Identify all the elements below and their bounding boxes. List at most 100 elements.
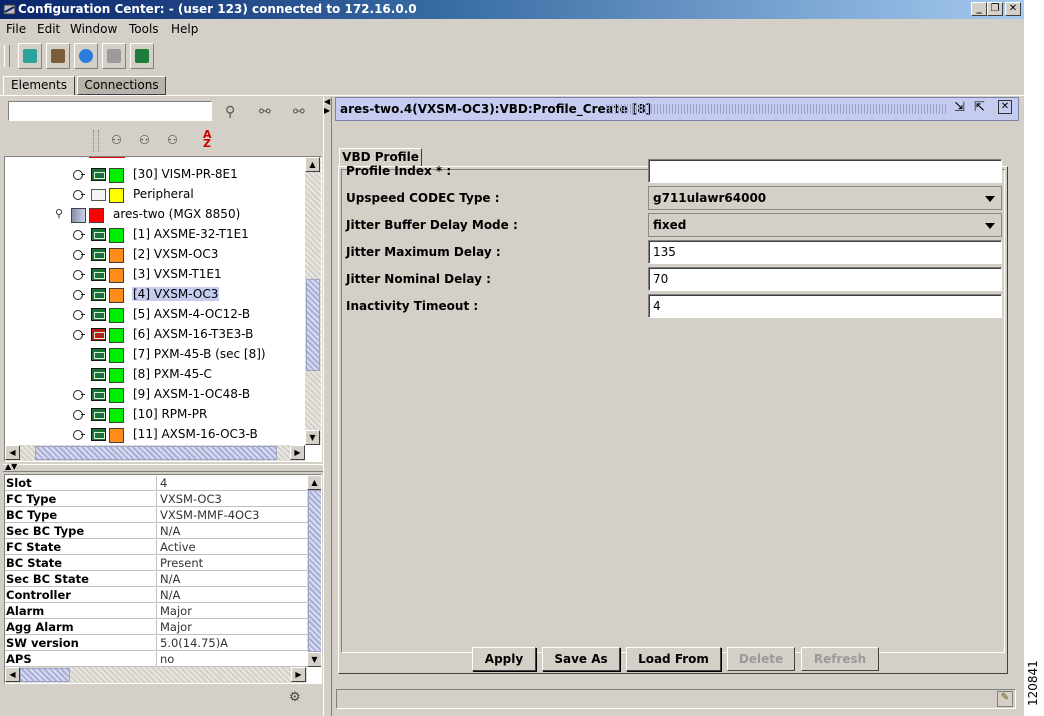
maximize-frame-icon[interactable]: ⇱: [974, 100, 985, 115]
tree-view-icon[interactable]: ⚇: [167, 133, 178, 147]
tree-item-label: [4] VXSM-OC3: [132, 287, 220, 301]
tree-item-label: [2] VXSM-OC3: [133, 247, 219, 261]
card-icon: [91, 428, 106, 441]
table-row: APS no: [5, 651, 307, 667]
node-handle-icon[interactable]: ⚲: [55, 207, 63, 220]
tree-item[interactable]: ⚲ ares-two (MGX 8850): [5, 205, 305, 225]
save-as-button[interactable]: Save As: [542, 647, 620, 671]
table-row: Slot 4: [5, 475, 307, 491]
binoculars-icon[interactable]: ⚲: [225, 104, 235, 120]
scroll-up-button[interactable]: ▲: [305, 157, 320, 172]
load-from-button[interactable]: Load From: [626, 647, 721, 671]
profile-index-input[interactable]: [648, 159, 1002, 183]
apply-button[interactable]: Apply: [472, 647, 536, 671]
scroll-thumb[interactable]: [308, 490, 321, 652]
minimize-button[interactable]: _: [971, 2, 987, 16]
cube-button[interactable]: [18, 43, 42, 69]
expand-toggle-icon[interactable]: [73, 290, 85, 300]
expand-toggle-icon[interactable]: [73, 430, 85, 440]
tab-elements[interactable]: Elements: [3, 76, 75, 96]
find-previous-icon[interactable]: ⚯: [259, 104, 271, 120]
scroll-thumb[interactable]: [306, 279, 320, 371]
minimize-frame-icon[interactable]: ⇲: [954, 100, 965, 115]
inactivity-timeout-input[interactable]: 4: [648, 294, 1002, 318]
tree-item[interactable]: [11] AXSM-16-OC3-B: [5, 425, 305, 445]
expand-toggle-icon[interactable]: [73, 390, 85, 400]
refresh-button[interactable]: Refresh: [801, 647, 879, 671]
collapse-tree-icon[interactable]: ⚇: [139, 133, 150, 147]
shield-icon: [79, 49, 93, 63]
scroll-down-button[interactable]: ▼: [307, 652, 321, 667]
expand-toggle-icon[interactable]: [73, 170, 85, 180]
status-pane-icon[interactable]: ⚙: [289, 690, 301, 705]
property-key: BC Type: [6, 508, 58, 522]
property-key: Sec BC State: [6, 572, 89, 586]
menu-help[interactable]: Help: [171, 22, 198, 36]
cube-icon: [23, 49, 37, 63]
expand-tree-icon[interactable]: ⚇: [111, 133, 122, 147]
properties-horizontal-scrollbar[interactable]: ◀ ▶: [5, 667, 307, 683]
property-key: FC Type: [6, 492, 57, 506]
scroll-down-button[interactable]: ▼: [305, 430, 320, 445]
upspeed-codec-select[interactable]: g711ulawr64000: [648, 186, 1002, 210]
expand-toggle-icon[interactable]: [73, 310, 85, 320]
scroll-thumb-horizontal[interactable]: [35, 446, 277, 460]
menu-tools[interactable]: Tools: [129, 22, 159, 36]
copy-button[interactable]: [102, 43, 126, 69]
expand-toggle-icon[interactable]: [73, 190, 85, 200]
menu-edit[interactable]: Edit: [37, 22, 60, 36]
menu-window[interactable]: Window: [70, 22, 117, 36]
expand-toggle-icon[interactable]: [73, 250, 85, 260]
scroll-left-button[interactable]: ◀: [5, 445, 20, 460]
expand-toggle-icon[interactable]: [73, 230, 85, 240]
vertical-splitter[interactable]: ◀ ▶: [323, 97, 332, 716]
tree-item[interactable]: [30] VISM-PR-8E1: [5, 165, 305, 185]
export-button[interactable]: [130, 43, 154, 69]
delete-button[interactable]: Delete: [727, 647, 795, 671]
tree-item[interactable]: [2] VXSM-OC3: [5, 245, 305, 265]
close-frame-icon[interactable]: ✕: [998, 100, 1012, 114]
upspeed-codec-value: g711ulawr64000: [653, 191, 767, 205]
tree-item-label: Peripheral: [133, 187, 194, 201]
tree-item[interactable]: [10] RPM-PR: [5, 405, 305, 425]
tab-connections[interactable]: Connections: [77, 76, 166, 95]
splitter-arrows-icon[interactable]: ◀ ▶: [324, 97, 330, 115]
menu-file[interactable]: File: [6, 22, 26, 36]
table-row: Agg Alarm Major: [5, 619, 307, 635]
scroll-right-button[interactable]: ▶: [290, 445, 305, 460]
pane-splitter[interactable]: ▲▼: [3, 462, 323, 472]
sort-az-icon[interactable]: AZ: [203, 129, 212, 149]
scroll-thumb-horizontal[interactable]: [20, 668, 70, 682]
scroll-up-button[interactable]: ▲: [307, 475, 321, 490]
expand-toggle-icon[interactable]: [73, 330, 85, 340]
find-next-icon[interactable]: ⚯: [293, 104, 305, 120]
shield-button[interactable]: [74, 43, 98, 69]
tree-search-input[interactable]: [8, 101, 212, 121]
tree-item[interactable]: [9] AXSM-1-OC48-B: [5, 385, 305, 405]
tree-item[interactable]: [5] AXSM-4-OC12-B: [5, 305, 305, 325]
expand-toggle-icon[interactable]: [73, 410, 85, 420]
status-indicator: [109, 328, 124, 343]
tree-item[interactable]: [3] VXSM-T1E1: [5, 265, 305, 285]
tree-item[interactable]: [8] PXM-45-C: [5, 365, 305, 385]
tree-item[interactable]: Peripheral: [5, 185, 305, 205]
splitter-arrows-icon[interactable]: ▲▼: [5, 462, 17, 471]
tree-item[interactable]: [7] PXM-45-B (sec [8]): [5, 345, 305, 365]
scroll-right-button[interactable]: ▶: [291, 667, 306, 682]
properties-vertical-scrollbar[interactable]: ▲ ▼: [307, 475, 321, 667]
maximize-button[interactable]: ❐: [987, 2, 1003, 16]
tree-item-label: [8] PXM-45-C: [133, 367, 212, 381]
close-window-button[interactable]: ✕: [1005, 2, 1021, 16]
scroll-left-button[interactable]: ◀: [5, 667, 20, 682]
jitter-mode-select[interactable]: fixed: [648, 213, 1002, 237]
tree-item[interactable]: [1] AXSME-32-T1E1: [5, 225, 305, 245]
jitter-nominal-input[interactable]: 70: [648, 267, 1002, 291]
tree-item-selected[interactable]: [4] VXSM-OC3: [5, 285, 305, 305]
chip-button[interactable]: [46, 43, 70, 69]
tree-vertical-scrollbar[interactable]: ▲ ▼: [305, 157, 321, 445]
pin-icon[interactable]: ✎: [997, 691, 1013, 707]
tree-item[interactable]: [6] AXSM-16-T3E3-B: [5, 325, 305, 345]
tree-horizontal-scrollbar[interactable]: ◀ ▶: [5, 445, 305, 461]
expand-toggle-icon[interactable]: [73, 270, 85, 280]
jitter-max-input[interactable]: 135: [648, 240, 1002, 264]
